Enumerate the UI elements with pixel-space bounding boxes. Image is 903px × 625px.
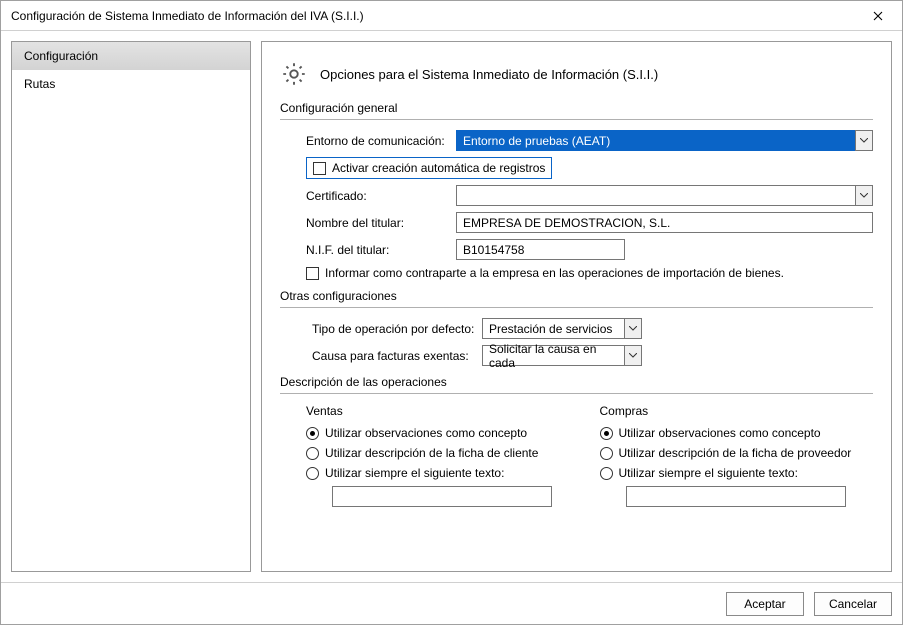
window-title: Configuración de Sistema Inmediato de In… [11, 9, 858, 23]
combo-env[interactable]: Entorno de pruebas (AEAT) [456, 130, 873, 151]
radio-sales-opt1[interactable] [306, 427, 319, 440]
label-auto-create: Activar creación automática de registros [332, 161, 545, 175]
combo-cert-text [456, 185, 855, 206]
sidebar-item-configuracion[interactable]: Configuración [12, 42, 250, 70]
page-title: Opciones para el Sistema Inmediato de In… [320, 67, 658, 82]
desc-columns: Ventas Utilizar observaciones como conce… [280, 404, 873, 507]
combo-op-type[interactable]: Prestación de servicios [482, 318, 642, 339]
input-holder-name[interactable] [456, 212, 873, 233]
label-sales-opt2: Utilizar descripción de la ficha de clie… [325, 446, 538, 460]
combo-op-type-text: Prestación de servicios [482, 318, 624, 339]
label-purch-opt2: Utilizar descripción de la ficha de prov… [619, 446, 852, 460]
chevron-down-icon [629, 353, 637, 358]
sales-opt2-row[interactable]: Utilizar descripción de la ficha de clie… [306, 446, 580, 460]
row-env: Entorno de comunicación: Entorno de prue… [280, 130, 873, 151]
label-cert: Certificado: [306, 189, 456, 203]
page-header: Opciones para el Sistema Inmediato de In… [280, 60, 873, 88]
dialog-footer: Aceptar Cancelar [1, 582, 902, 624]
row-exempt-cause: Causa para facturas exentas: Solicitar l… [280, 345, 873, 366]
purch-text-wrap [626, 486, 874, 507]
combo-env-button[interactable] [855, 130, 873, 151]
radio-sales-opt2[interactable] [306, 447, 319, 460]
label-sales-opt3: Utilizar siempre el siguiente texto: [325, 466, 504, 480]
radio-sales-opt3[interactable] [306, 467, 319, 480]
combo-exempt-cause-button[interactable] [624, 345, 642, 366]
row-cert: Certificado: [280, 185, 873, 206]
label-purch-opt1: Utilizar observaciones como concepto [619, 426, 821, 440]
group-header-desc: Descripción de las operaciones [280, 372, 873, 394]
close-button[interactable] [858, 2, 898, 30]
input-sales-text[interactable] [332, 486, 552, 507]
combo-cert-button[interactable] [855, 185, 873, 206]
header-purchases: Compras [600, 404, 874, 418]
col-purchases: Compras Utilizar observaciones como conc… [600, 404, 874, 507]
radio-purch-opt3[interactable] [600, 467, 613, 480]
gear-icon [280, 60, 308, 88]
group-other: Otras configuraciones Tipo de operación … [280, 286, 873, 366]
ok-button[interactable]: Aceptar [726, 592, 804, 616]
purch-opt1-row[interactable]: Utilizar observaciones como concepto [600, 426, 874, 440]
group-desc: Descripción de las operaciones Ventas Ut… [280, 372, 873, 507]
chevron-down-icon [860, 193, 868, 198]
combo-env-text: Entorno de pruebas (AEAT) [456, 130, 855, 151]
combo-op-type-button[interactable] [624, 318, 642, 339]
combo-cert[interactable] [456, 185, 873, 206]
label-holder-name: Nombre del titular: [306, 216, 456, 230]
chevron-down-icon [860, 138, 868, 143]
purch-opt2-row[interactable]: Utilizar descripción de la ficha de prov… [600, 446, 874, 460]
row-op-type: Tipo de operación por defecto: Prestació… [280, 318, 873, 339]
row-counterparty[interactable]: Informar como contraparte a la empresa e… [280, 266, 873, 280]
checkbox-counterparty[interactable] [306, 267, 319, 280]
sidebar-item-label: Rutas [24, 77, 55, 91]
purch-opt3-row[interactable]: Utilizar siempre el siguiente texto: [600, 466, 874, 480]
col-sales: Ventas Utilizar observaciones como conce… [306, 404, 580, 507]
label-counterparty: Informar como contraparte a la empresa e… [325, 266, 784, 280]
checkbox-auto-create[interactable] [313, 162, 326, 175]
label-sales-opt1: Utilizar observaciones como concepto [325, 426, 527, 440]
dialog-window: Configuración de Sistema Inmediato de In… [0, 0, 903, 625]
dialog-body: Configuración Rutas Opciones para el Sis… [1, 31, 902, 582]
sidebar-item-label: Configuración [24, 49, 98, 63]
sales-opt3-row[interactable]: Utilizar siempre el siguiente texto: [306, 466, 580, 480]
input-purch-text[interactable] [626, 486, 846, 507]
radio-purch-opt1[interactable] [600, 427, 613, 440]
label-env: Entorno de comunicación: [306, 134, 456, 148]
sales-text-wrap [332, 486, 580, 507]
chevron-down-icon [629, 326, 637, 331]
label-op-type: Tipo de operación por defecto: [312, 322, 482, 336]
group-header-general: Configuración general [280, 98, 873, 120]
titlebar: Configuración de Sistema Inmediato de In… [1, 1, 902, 31]
radio-purch-opt2[interactable] [600, 447, 613, 460]
cancel-button[interactable]: Cancelar [814, 592, 892, 616]
label-holder-nif: N.I.F. del titular: [306, 243, 456, 257]
sales-opt1-row[interactable]: Utilizar observaciones como concepto [306, 426, 580, 440]
group-header-other: Otras configuraciones [280, 286, 873, 308]
sidebar: Configuración Rutas [11, 41, 251, 572]
header-sales: Ventas [306, 404, 580, 418]
combo-exempt-cause[interactable]: Solicitar la causa en cada [482, 345, 642, 366]
combo-exempt-cause-text: Solicitar la causa en cada [482, 345, 624, 366]
sidebar-item-rutas[interactable]: Rutas [12, 70, 250, 98]
label-exempt-cause: Causa para facturas exentas: [312, 349, 482, 363]
group-general: Configuración general Entorno de comunic… [280, 98, 873, 280]
row-holder-name: Nombre del titular: [280, 212, 873, 233]
row-auto-create[interactable]: Activar creación automática de registros [306, 157, 552, 179]
row-holder-nif: N.I.F. del titular: [280, 239, 873, 260]
close-icon [873, 11, 883, 21]
main-panel: Opciones para el Sistema Inmediato de In… [261, 41, 892, 572]
input-holder-nif[interactable] [456, 239, 625, 260]
label-purch-opt3: Utilizar siempre el siguiente texto: [619, 466, 798, 480]
